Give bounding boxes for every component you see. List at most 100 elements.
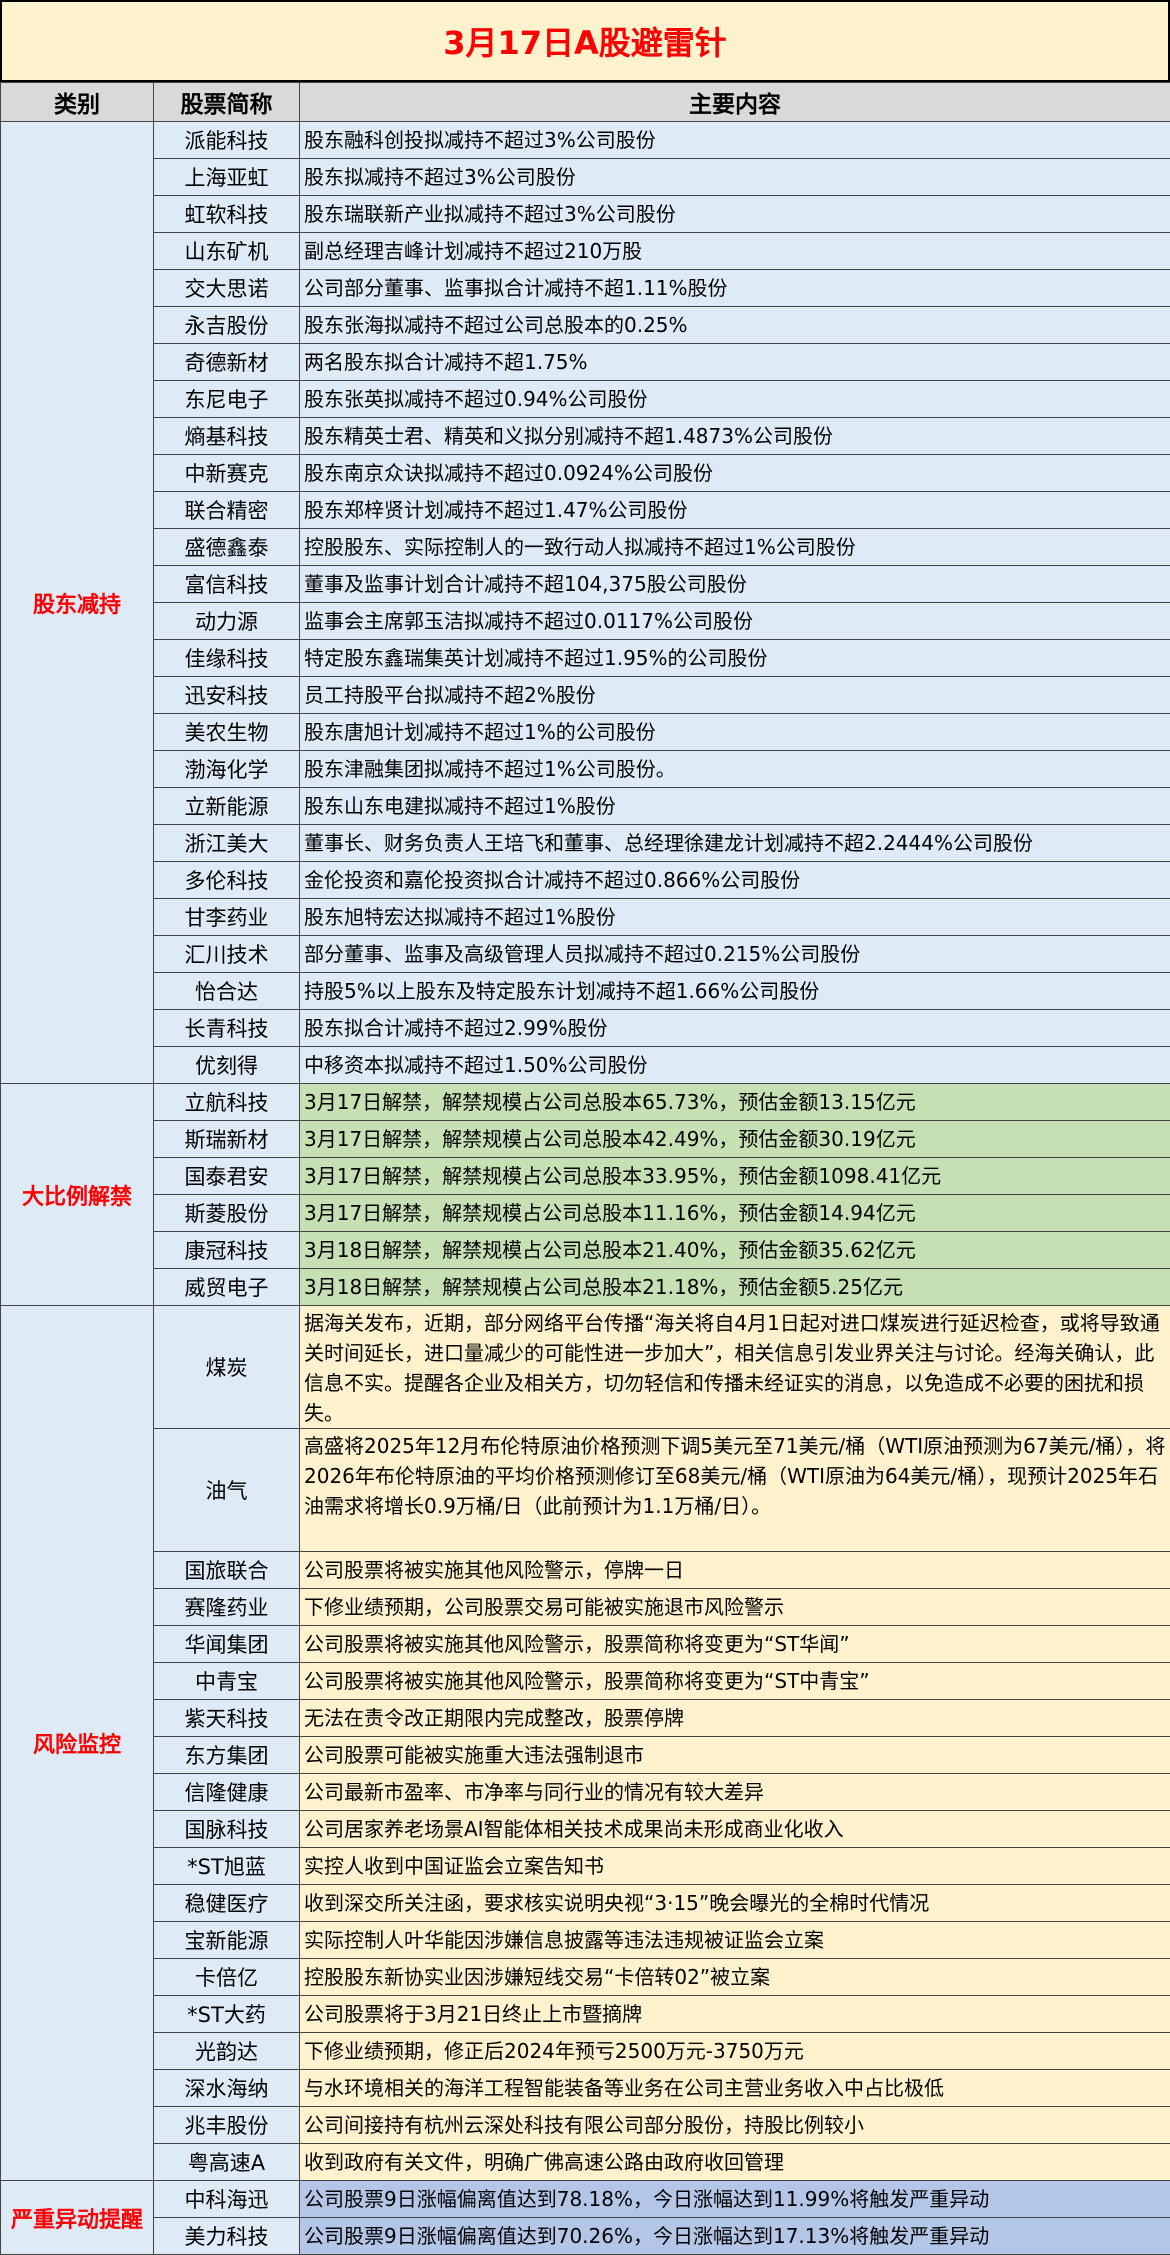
category-label: 大比例解禁 [1,1084,154,1306]
stock-name: 油气 [154,1429,300,1552]
table-row: 山东矿机副总经理吉峰计划减持不超过210万股 [1,233,1170,270]
group-shareholder-reduction: 股东减持派能科技股东融科创投拟减持不超过3%公司股份 上海亚虹股东拟减持不超过3… [1,122,1170,1084]
table-row: 国脉科技公司居家养老场景AI智能体相关技术成果尚未形成商业化收入 [1,1811,1170,1848]
stock-name: *ST大药 [154,1996,300,2033]
stock-name: 美力科技 [154,2218,300,2255]
row-content: 公司股票将于3月21日终止上市暨摘牌 [300,1996,1170,2033]
header-stock: 股票简称 [154,83,300,122]
row-content: 公司股票将被实施其他风险警示，股票简称将变更为“ST华闻” [300,1626,1170,1663]
row-content: 下修业绩预期，修正后2024年预亏2500万元-3750万元 [300,2033,1170,2070]
stock-name: 长青科技 [154,1010,300,1047]
table-row: 信隆健康公司最新市盈率、市净率与同行业的情况有较大差异 [1,1774,1170,1811]
row-content: 董事及监事计划合计减持不超104,375股公司股份 [300,566,1170,603]
category-label: 风险监控 [1,1306,154,2181]
stock-name: 派能科技 [154,122,300,159]
row-content: 董事长、财务负责人王培飞和董事、总经理徐建龙计划减持不超2.2444%公司股份 [300,825,1170,862]
stock-name: 汇川技术 [154,936,300,973]
table-row: 华闻集团公司股票将被实施其他风险警示，股票简称将变更为“ST华闻” [1,1626,1170,1663]
row-content: 股东旭特宏达拟减持不超过1%股份 [300,899,1170,936]
row-content: 股东张海拟减持不超过公司总股本的0.25% [300,307,1170,344]
table-row: 斯菱股份3月17日解禁，解禁规模占公司总股本11.16%，预估金额14.94亿元 [1,1195,1170,1232]
table-row: 油气高盛将2025年12月布伦特原油价格预测下调5美元至71美元/桶（WTI原油… [1,1429,1170,1552]
table-row: 赛隆药业下修业绩预期，公司股票交易可能被实施退市风险警示 [1,1589,1170,1626]
stock-name: 浙江美大 [154,825,300,862]
row-content: 股东拟合计减持不超过2.99%股份 [300,1010,1170,1047]
stock-name: 威贸电子 [154,1269,300,1306]
table-row: 卡倍亿控股股东新协实业因涉嫌短线交易“卡倍转02”被立案 [1,1959,1170,1996]
stock-name: 紫天科技 [154,1700,300,1737]
stock-name: 佳缘科技 [154,640,300,677]
row-content: 公司股票将被实施其他风险警示，停牌一日 [300,1552,1170,1589]
table-row: 交大思诺公司部分董事、监事拟合计减持不超1.11%股份 [1,270,1170,307]
stock-name: 粤高速A [154,2144,300,2181]
row-content: 控股股东新协实业因涉嫌短线交易“卡倍转02”被立案 [300,1959,1170,1996]
stock-name: 信隆健康 [154,1774,300,1811]
header-content: 主要内容 [300,83,1170,122]
stock-name: 盛德鑫泰 [154,529,300,566]
table-row: 中青宝公司股票将被实施其他风险警示，股票简称将变更为“ST中青宝” [1,1663,1170,1700]
row-content: 股东张英拟减持不超过0.94%公司股份 [300,381,1170,418]
table-row: 国旅联合公司股票将被实施其他风险警示，停牌一日 [1,1552,1170,1589]
stock-name: 宝新能源 [154,1922,300,1959]
row-content: 股东南京众诀拟减持不超过0.0924%公司股份 [300,455,1170,492]
stock-name: 上海亚虹 [154,159,300,196]
table-row: 大比例解禁立航科技3月17日解禁，解禁规模占公司总股本65.73%，预估金额13… [1,1084,1170,1121]
row-content: 公司部分董事、监事拟合计减持不超1.11%股份 [300,270,1170,307]
stock-name: *ST旭蓝 [154,1848,300,1885]
table-row: 熵基科技股东精英士君、精英和义拟分别减持不超1.4873%公司股份 [1,418,1170,455]
table-row: 国泰君安3月17日解禁，解禁规模占公司总股本33.95%，预估金额1098.41… [1,1158,1170,1195]
table-row: 美力科技公司股票9日涨幅偏离值达到70.26%，今日涨幅达到17.13%将触发严… [1,2218,1170,2255]
table-row: 兆丰股份公司间接持有杭州云深处科技有限公司部分股份，持股比例较小 [1,2107,1170,2144]
group-severe-abnormal: 严重异动提醒中科海迅公司股票9日涨幅偏离值达到78.18%，今日涨幅达到11.9… [1,2181,1170,2255]
category-label: 严重异动提醒 [1,2181,154,2255]
table-row: 奇德新材两名股东拟合计减持不超1.75% [1,344,1170,381]
stock-name: 国泰君安 [154,1158,300,1195]
table-row: 佳缘科技特定股东鑫瑞集英计划减持不超过1.95%的公司股份 [1,640,1170,677]
stock-name: 斯菱股份 [154,1195,300,1232]
row-content: 中移资本拟减持不超过1.50%公司股份 [300,1047,1170,1084]
stock-name: 联合精密 [154,492,300,529]
page-title: 3月17日A股避雷针 [0,0,1170,82]
stock-name: 国脉科技 [154,1811,300,1848]
table-row: 富信科技董事及监事计划合计减持不超104,375股公司股份 [1,566,1170,603]
row-content: 股东瑞联新产业拟减持不超过3%公司股份 [300,196,1170,233]
row-content: 监事会主席郭玉洁拟减持不超过0.0117%公司股份 [300,603,1170,640]
stock-name: 多伦科技 [154,862,300,899]
table-row: 联合精密股东郑梓贤计划减持不超过1.47%公司股份 [1,492,1170,529]
row-content: 股东融科创投拟减持不超过3%公司股份 [300,122,1170,159]
stock-name: 东尼电子 [154,381,300,418]
table-row: 优刻得中移资本拟减持不超过1.50%公司股份 [1,1047,1170,1084]
stock-name: 怡合达 [154,973,300,1010]
row-content: 员工持股平台拟减持不超2%股份 [300,677,1170,714]
table-row: 汇川技术部分董事、监事及高级管理人员拟减持不超过0.215%公司股份 [1,936,1170,973]
table-row: 股东减持派能科技股东融科创投拟减持不超过3%公司股份 [1,122,1170,159]
table-row: *ST旭蓝实控人收到中国证监会立案告知书 [1,1848,1170,1885]
row-content: 两名股东拟合计减持不超1.75% [300,344,1170,381]
row-content: 据海关发布，近期，部分网络平台传播“海关将自4月1日起对进口煤炭进行延迟检查，或… [300,1306,1170,1429]
row-content: 下修业绩预期，公司股票交易可能被实施退市风险警示 [300,1589,1170,1626]
table-row: *ST大药公司股票将于3月21日终止上市暨摘牌 [1,1996,1170,2033]
stock-name: 甘李药业 [154,899,300,936]
row-content: 特定股东鑫瑞集英计划减持不超过1.95%的公司股份 [300,640,1170,677]
table-row: 深水海纳与水环境相关的海洋工程智能装备等业务在公司主营业务收入中占比极低 [1,2070,1170,2107]
row-content: 部分董事、监事及高级管理人员拟减持不超过0.215%公司股份 [300,936,1170,973]
table-header: 类别 股票简称 主要内容 [1,83,1170,122]
row-content: 收到深交所关注函，要求核实说明央视“3·15”晚会曝光的全棉时代情况 [300,1885,1170,1922]
category-label: 股东减持 [1,122,154,1084]
table-row: 宝新能源实际控制人叶华能因涉嫌信息披露等违法违规被证监会立案 [1,1922,1170,1959]
group-risk-monitor: 风险监控煤炭据海关发布，近期，部分网络平台传播“海关将自4月1日起对进口煤炭进行… [1,1306,1170,2181]
stock-name: 卡倍亿 [154,1959,300,1996]
stock-name: 熵基科技 [154,418,300,455]
row-content: 公司股票将被实施其他风险警示，股票简称将变更为“ST中青宝” [300,1663,1170,1700]
row-content: 股东山东电建拟减持不超过1%股份 [300,788,1170,825]
row-content: 实控人收到中国证监会立案告知书 [300,1848,1170,1885]
row-content: 副总经理吉峰计划减持不超过210万股 [300,233,1170,270]
table-row: 浙江美大董事长、财务负责人王培飞和董事、总经理徐建龙计划减持不超2.2444%公… [1,825,1170,862]
table-row: 康冠科技3月18日解禁，解禁规模占公司总股本21.40%，预估金额35.62亿元 [1,1232,1170,1269]
table-row: 中新赛克股东南京众诀拟减持不超过0.0924%公司股份 [1,455,1170,492]
stock-name: 交大思诺 [154,270,300,307]
stock-name: 奇德新材 [154,344,300,381]
row-content: 与水环境相关的海洋工程智能装备等业务在公司主营业务收入中占比极低 [300,2070,1170,2107]
stock-name: 稳健医疗 [154,1885,300,1922]
row-content: 3月17日解禁，解禁规模占公司总股本42.49%，预估金额30.19亿元 [300,1121,1170,1158]
